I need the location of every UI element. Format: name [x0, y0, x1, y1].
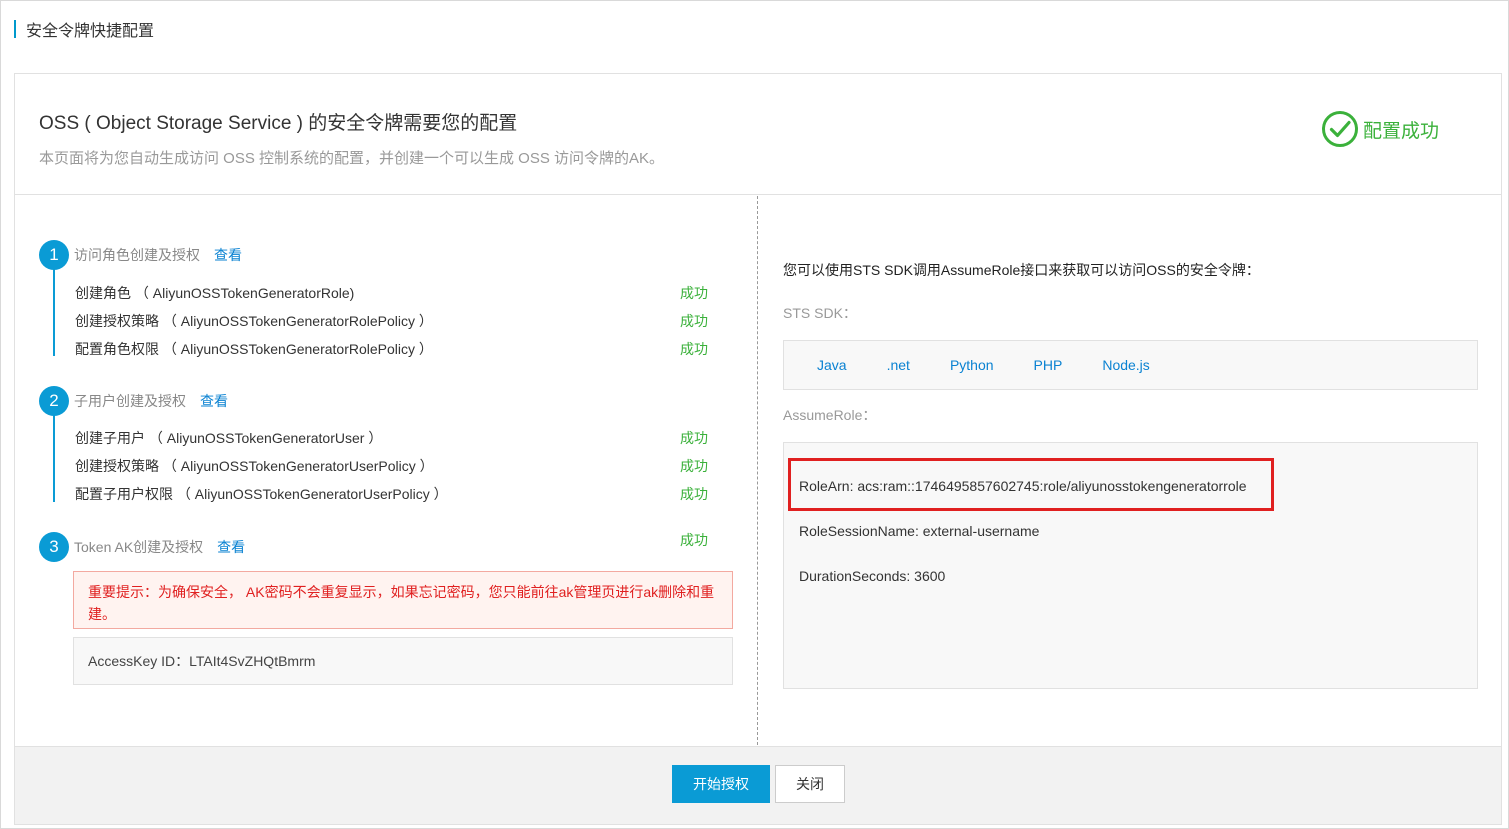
status-text: 成功 [680, 285, 708, 301]
check-circle-icon [1321, 110, 1359, 148]
sdk-link-java[interactable]: Java [817, 357, 847, 373]
sts-sdk-label: STS SDK： [783, 305, 857, 321]
header-accent-bar [14, 20, 16, 38]
footer-bar: 开始授权 关闭 [15, 746, 1501, 824]
step-item-label: 配置子用户权限 （ AliyunOSSTokenGeneratorUserPol… [75, 486, 448, 502]
status-text: 成功 [680, 458, 708, 474]
step-item: 创建授权策略 （ AliyunOSSTokenGeneratorRolePoli… [75, 311, 715, 333]
step-item-label: 创建角色 （ AliyunOSSTokenGeneratorRole) [75, 285, 355, 301]
page-title: 安全令牌快捷配置 [26, 23, 155, 40]
close-button[interactable]: 关闭 [775, 765, 845, 803]
access-key-id: AccessKey ID：LTAIt4SvZHQtBmrm [88, 653, 316, 669]
param-role-session-name: RoleSessionName: external-username [799, 523, 1040, 539]
step-item: 配置子用户权限 （ AliyunOSSTokenGeneratorUserPol… [75, 484, 715, 506]
step-item-label: 创建授权策略 （ AliyunOSSTokenGeneratorRolePoli… [75, 313, 433, 329]
step-number: 1 [39, 240, 69, 270]
step-name: 子用户创建及授权 [74, 393, 186, 409]
step-3-status-row: 成功 [75, 530, 715, 552]
access-key-box: AccessKey ID：LTAIt4SvZHQtBmrm [73, 637, 733, 685]
sdk-link-php[interactable]: PHP [1034, 357, 1063, 373]
sdk-link-python[interactable]: Python [950, 357, 994, 373]
sdk-link-dotnet[interactable]: .net [887, 357, 910, 373]
status-text: 成功 [680, 486, 708, 502]
step-number: 3 [39, 532, 69, 562]
page-header: 安全令牌快捷配置 [14, 18, 154, 40]
card-title: OSS ( Object Storage Service ) 的安全令牌需要您的… [39, 113, 518, 134]
param-duration-seconds: DurationSeconds: 3600 [799, 568, 946, 584]
assume-role-params: RoleArn: acs:ram::1746495857602745:role/… [783, 442, 1478, 689]
step-name: 访问角色创建及授权 [74, 247, 200, 263]
sdk-panel: 您可以使用STS SDK调用AssumeRole接口来获取可以访问OSS的安全令… [759, 196, 1501, 745]
assume-role-label: AssumeRole： [783, 407, 877, 423]
step-1: 1 访问角色创建及授权 查看 [39, 240, 242, 270]
status-text: 成功 [680, 532, 708, 548]
step-item-label: 创建授权策略 （ AliyunOSSTokenGeneratorUserPoli… [75, 458, 434, 474]
sdk-links: Java .net Python PHP Node.js [783, 340, 1478, 390]
status-text: 成功 [680, 313, 708, 329]
step-2-view-link[interactable]: 查看 [200, 391, 228, 411]
start-authorization-button[interactable]: 开始授权 [672, 765, 770, 803]
param-role-arn: RoleArn: acs:ram::1746495857602745:role/… [799, 478, 1247, 494]
step-item: 创建角色 （ AliyunOSSTokenGeneratorRole) 成功 [75, 283, 715, 305]
step-number: 2 [39, 386, 69, 416]
status-label: 配置成功 [1363, 120, 1440, 142]
card-header: OSS ( Object Storage Service ) 的安全令牌需要您的… [15, 74, 1501, 195]
step-item-label: 配置角色权限 （ AliyunOSSTokenGeneratorRolePoli… [75, 341, 433, 357]
config-card: OSS ( Object Storage Service ) 的安全令牌需要您的… [14, 73, 1502, 825]
step-1-view-link[interactable]: 查看 [214, 245, 242, 265]
sdk-link-nodejs[interactable]: Node.js [1102, 357, 1149, 373]
steps-panel: 1 访问角色创建及授权 查看 创建角色 （ AliyunOSSTokenGene… [15, 196, 758, 745]
step-item: 创建授权策略 （ AliyunOSSTokenGeneratorUserPoli… [75, 456, 715, 478]
step-2: 2 子用户创建及授权 查看 [39, 386, 228, 416]
config-status: 配置成功 [1321, 110, 1439, 148]
status-text: 成功 [680, 341, 708, 357]
card-subtitle: 本页面将为您自动生成访问 OSS 控制系统的配置，并创建一个可以生成 OSS 访… [39, 150, 665, 167]
status-text: 成功 [680, 430, 708, 446]
warning-alert: 重要提示：为确保安全， AK密码不会重复显示，如果忘记密码，您只能前往ak管理页… [73, 571, 733, 629]
step-item: 创建子用户 （ AliyunOSSTokenGeneratorUser ） 成功 [75, 428, 715, 450]
sdk-intro: 您可以使用STS SDK调用AssumeRole接口来获取可以访问OSS的安全令… [783, 262, 1260, 278]
step-item-label: 创建子用户 （ AliyunOSSTokenGeneratorUser ） [75, 430, 383, 446]
step-item: 配置角色权限 （ AliyunOSSTokenGeneratorRolePoli… [75, 339, 715, 361]
